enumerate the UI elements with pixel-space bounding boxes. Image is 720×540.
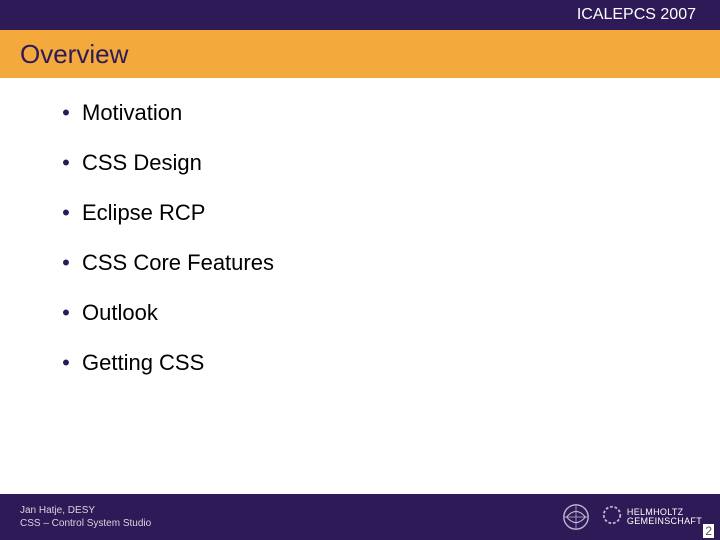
list-item: •Eclipse RCP [50, 200, 650, 226]
bullet-text: Getting CSS [82, 350, 204, 375]
bullet-icon: • [50, 300, 82, 326]
helmholtz-mark-icon [601, 504, 623, 531]
bullet-icon: • [50, 350, 82, 376]
bullet-text: Motivation [82, 100, 182, 125]
helmholtz-line2: GEMEINSCHAFT [627, 517, 702, 526]
slide: ICALEPCS 2007 Overview •Motivation •CSS … [0, 0, 720, 540]
footer-bar: Jan Hatje, DESY CSS – Control System Stu… [0, 494, 720, 540]
helmholtz-text: HELMHOLTZ GEMEINSCHAFT [627, 508, 702, 526]
helmholtz-logo: HELMHOLTZ GEMEINSCHAFT [601, 504, 702, 531]
list-item: •Getting CSS [50, 350, 650, 376]
list-item: •CSS Design [50, 150, 650, 176]
desy-logo-icon [561, 502, 591, 532]
top-bar: ICALEPCS 2007 [0, 0, 720, 30]
bullet-icon: • [50, 150, 82, 176]
footer-subtitle: CSS – Control System Studio [20, 517, 561, 530]
conference-label: ICALEPCS 2007 [577, 6, 696, 24]
bullet-icon: • [50, 200, 82, 226]
content-area: •Motivation •CSS Design •Eclipse RCP •CS… [50, 100, 650, 400]
footer-author: Jan Hatje, DESY [20, 504, 561, 517]
footer-logos: HELMHOLTZ GEMEINSCHAFT [561, 502, 720, 532]
list-item: •Motivation [50, 100, 650, 126]
bullet-icon: • [50, 100, 82, 126]
slide-title: Overview [20, 39, 128, 70]
bullet-list: •Motivation •CSS Design •Eclipse RCP •CS… [50, 100, 650, 376]
footer-credits: Jan Hatje, DESY CSS – Control System Stu… [0, 504, 561, 530]
title-bar: Overview [0, 30, 720, 78]
bullet-text: CSS Core Features [82, 250, 274, 275]
bullet-text: CSS Design [82, 150, 202, 175]
bullet-text: Outlook [82, 300, 158, 325]
bullet-text: Eclipse RCP [82, 200, 205, 225]
bullet-icon: • [50, 250, 82, 276]
list-item: •CSS Core Features [50, 250, 650, 276]
list-item: •Outlook [50, 300, 650, 326]
page-number: 2 [703, 524, 714, 538]
